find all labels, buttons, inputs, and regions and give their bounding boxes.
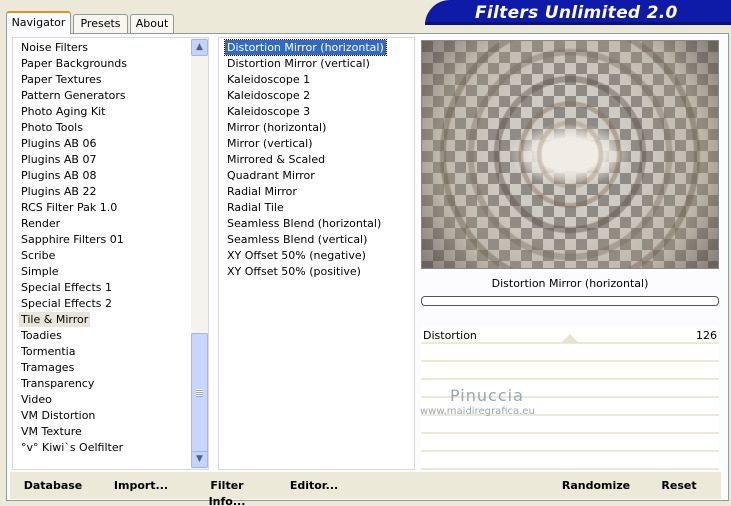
parameter-row-empty: [421, 434, 719, 452]
import-button[interactable]: Import...: [112, 478, 170, 494]
filter-item[interactable]: Radial Tile: [225, 200, 286, 215]
category-item[interactable]: Tile & Mirror: [19, 312, 91, 327]
category-item[interactable]: VM Distortion: [19, 408, 97, 423]
app-title: Filters Unlimited 2.0: [475, 3, 678, 23]
filter-item[interactable]: Seamless Blend (horizontal): [225, 216, 383, 231]
parameter-value: 126: [696, 329, 717, 342]
category-item[interactable]: Video: [19, 392, 54, 407]
parameter-row-distortion[interactable]: Distortion 126: [421, 326, 719, 344]
category-scrollbar[interactable]: ▲ ▼: [191, 38, 208, 469]
watermark-name: Pinuccia: [450, 386, 524, 405]
category-item[interactable]: Paper Textures: [19, 72, 104, 87]
reset-button[interactable]: Reset: [656, 478, 702, 494]
scroll-grip-icon: [196, 389, 203, 397]
filter-item[interactable]: Radial Mirror: [225, 184, 299, 199]
filter-item[interactable]: XY Offset 50% (negative): [225, 248, 368, 263]
category-item[interactable]: Pattern Generators: [19, 88, 128, 103]
category-item[interactable]: Render: [19, 216, 62, 231]
category-item[interactable]: Plugins AB 07: [19, 152, 98, 167]
category-item[interactable]: Tramages: [19, 360, 76, 375]
category-item[interactable]: Scribe: [19, 248, 57, 263]
category-item[interactable]: Noise Filters: [19, 40, 90, 55]
category-item[interactable]: Transparency: [19, 376, 96, 391]
category-item[interactable]: Photo Tools: [19, 120, 85, 135]
filter-item[interactable]: Quadrant Mirror: [225, 168, 317, 183]
tab-navigator[interactable]: Navigator: [6, 11, 71, 34]
category-item[interactable]: °v° Kiwi`s Oelfilter: [19, 440, 125, 455]
filter-item[interactable]: XY Offset 50% (positive): [225, 264, 363, 279]
scroll-down-button[interactable]: ▼: [191, 451, 208, 468]
category-item[interactable]: Plugins AB 06: [19, 136, 98, 151]
filter-info-button[interactable]: Filter Info...: [192, 478, 262, 506]
category-item[interactable]: Simple: [19, 264, 61, 279]
category-list[interactable]: Noise Filters Paper Backgrounds Paper Text…: [12, 37, 209, 470]
filter-item[interactable]: Mirror (vertical): [225, 136, 315, 151]
category-item[interactable]: Photo Aging Kit: [19, 104, 107, 119]
editor-button[interactable]: Editor...: [288, 478, 340, 494]
parameter-label: Distortion: [423, 329, 477, 342]
tab-presets[interactable]: Presets: [73, 14, 128, 33]
category-item[interactable]: Plugins AB 08: [19, 168, 98, 183]
scroll-up-button[interactable]: ▲: [191, 39, 208, 56]
parameter-row-empty: [421, 344, 719, 362]
category-item[interactable]: Sapphire Filters 01: [19, 232, 126, 247]
category-item[interactable]: VM Texture: [19, 424, 84, 439]
filter-item[interactable]: Kaleidoscope 2: [225, 88, 312, 103]
category-item[interactable]: Paper Backgrounds: [19, 56, 129, 71]
parameter-row-empty: [421, 452, 719, 470]
category-item[interactable]: Special Effects 1: [19, 280, 114, 295]
category-item[interactable]: Toadies: [19, 328, 64, 343]
category-item[interactable]: RCS Filter Pak 1.0: [19, 200, 119, 215]
category-item[interactable]: Special Effects 2: [19, 296, 114, 311]
filter-list[interactable]: Distortion Mirror (horizontal) Distortion…: [218, 37, 415, 470]
parameter-row-empty: [421, 362, 719, 380]
preview-caption: Distortion Mirror (horizontal): [491, 277, 649, 290]
filter-item[interactable]: Distortion Mirror (vertical): [225, 56, 372, 71]
tab-about[interactable]: About: [130, 14, 174, 33]
progress-bar: [421, 296, 719, 306]
category-item[interactable]: Plugins AB 22: [19, 184, 98, 199]
filter-item[interactable]: Kaleidoscope 1: [225, 72, 312, 87]
filter-item[interactable]: Mirrored & Scaled: [225, 152, 327, 167]
filter-item[interactable]: Seamless Blend (vertical): [225, 232, 369, 247]
database-button[interactable]: Database: [20, 478, 86, 494]
filter-item[interactable]: Mirror (horizontal): [225, 120, 328, 135]
filter-item[interactable]: Kaleidoscope 3: [225, 104, 312, 119]
scroll-thumb[interactable]: [191, 333, 208, 453]
filter-preview-image: [421, 40, 719, 269]
category-item[interactable]: Tormentia: [19, 344, 77, 359]
randomize-button[interactable]: Randomize: [560, 478, 632, 494]
watermark-url: www.maidiregrafica.eu: [420, 406, 535, 417]
slider-thumb[interactable]: [561, 334, 579, 343]
filter-item[interactable]: Distortion Mirror (horizontal): [224, 39, 387, 56]
watermark: Pinuccia www.maidiregrafica.eu: [420, 386, 620, 420]
